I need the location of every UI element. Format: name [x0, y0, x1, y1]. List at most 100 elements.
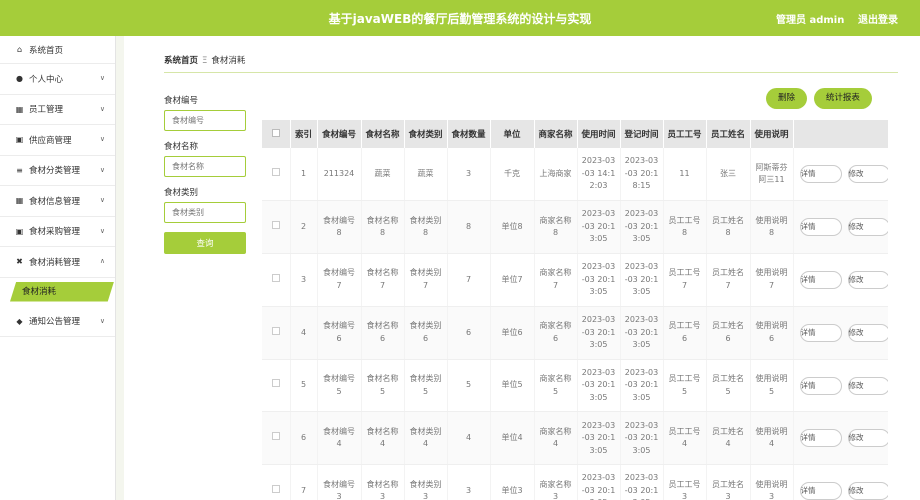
- edit-button[interactable]: 修改: [847, 429, 888, 448]
- cell-code: 食材编号3: [317, 464, 362, 500]
- select-all-checkbox[interactable]: [271, 128, 280, 137]
- sidebar-item-profile[interactable]: ● 个人中心 ∨: [0, 64, 115, 95]
- clipboard-icon: ▣: [15, 135, 24, 145]
- row-checkbox[interactable]: [271, 326, 280, 335]
- cell-qty: 5: [447, 359, 491, 413]
- table-row: 3 食材编号7 食材名称7 食材类别7 7 单位7 商家名称7 2023-03-03 20:1…: [262, 253, 888, 307]
- sidebar-item-food-category[interactable]: ≡ 食材分类管理 ∨: [0, 156, 115, 186]
- detail-button[interactable]: 详情: [799, 165, 842, 184]
- report-button[interactable]: 统计报表: [813, 88, 872, 109]
- detail-button[interactable]: 详情: [799, 482, 842, 500]
- cell-emp-no: 11: [663, 148, 707, 202]
- cell-name: 食材名称4: [361, 411, 405, 466]
- sidebar-item-label: 员工管理: [29, 105, 64, 116]
- action-bar: 删除 统计报表: [766, 88, 876, 109]
- cell-note: 使用说明3: [750, 464, 794, 500]
- sidebar-item-food-consumption[interactable]: ✖ 食材消耗管理 ∧: [0, 247, 115, 278]
- cell-emp-no: 员工工号5: [663, 359, 707, 413]
- row-select-cell: [262, 306, 291, 360]
- user-icon: ●: [16, 74, 23, 84]
- detail-button[interactable]: 详情: [799, 429, 842, 448]
- column-header: 登记时间: [620, 120, 664, 148]
- cell-shop: 商家名称4: [534, 411, 578, 466]
- row-checkbox[interactable]: [271, 484, 280, 493]
- food-type-input[interactable]: [164, 202, 246, 223]
- query-button[interactable]: 查询: [164, 232, 246, 254]
- edit-button[interactable]: 修改: [847, 482, 888, 500]
- sidebar-item-label: 食材消耗管理: [29, 257, 81, 268]
- cell-type: 食材类别6: [404, 306, 448, 360]
- edit-button[interactable]: 修改: [847, 218, 888, 237]
- row-actions: 详情 修改: [793, 306, 888, 360]
- cell-shop: 上海商家: [534, 148, 578, 202]
- detail-button[interactable]: 详情: [799, 270, 842, 289]
- logout-link[interactable]: 退出登录: [858, 11, 898, 26]
- row-checkbox[interactable]: [271, 432, 280, 441]
- cell-name: 食材名称3: [361, 464, 405, 500]
- sidebar-item-employees[interactable]: ▦ 员工管理 ∨: [0, 95, 115, 125]
- sidebar-item-label: 通知公告管理: [29, 317, 81, 328]
- row-checkbox[interactable]: [271, 273, 280, 282]
- edit-button[interactable]: 修改: [847, 376, 888, 395]
- row-checkbox[interactable]: [271, 379, 280, 388]
- row-select-cell: [262, 359, 291, 413]
- row-checkbox[interactable]: [271, 220, 280, 229]
- cell-code: 食材编号7: [317, 253, 362, 307]
- edit-button[interactable]: 修改: [847, 323, 888, 342]
- cell-reg-time: 2023-03-03 20:18:15: [620, 148, 664, 202]
- chevron-down-icon: ∨: [99, 104, 105, 113]
- cell-use-time: 2023-03-03 20:13:05: [577, 253, 621, 307]
- detail-button[interactable]: 详情: [799, 323, 842, 342]
- gamepad-icon: ✖: [16, 257, 23, 267]
- breadcrumb: 系统首页 Ξ 食材消耗: [164, 54, 245, 66]
- detail-button[interactable]: 详情: [799, 218, 842, 237]
- sidebar-item-notices[interactable]: ◆ 通知公告管理 ∨: [0, 307, 115, 337]
- cell-type: 食材类别5: [404, 359, 448, 413]
- cell-type: 食材类别4: [404, 411, 448, 466]
- column-header: 食材编号: [317, 120, 362, 148]
- cell-emp-no: 员工工号7: [663, 253, 707, 307]
- row-checkbox[interactable]: [271, 167, 280, 176]
- cell-reg-time: 2023-03-03 20:13:05: [620, 306, 664, 360]
- chevron-down-icon: ∨: [99, 74, 105, 82]
- row-actions: 详情 修改: [793, 411, 888, 466]
- divider: [164, 72, 898, 73]
- cell-name: 食材名称8: [361, 200, 405, 255]
- sidebar-item-label: 食材分类管理: [29, 166, 81, 177]
- chevron-down-icon: ∨: [99, 135, 105, 143]
- sidebar-item-food-info[interactable]: ▦ 食材信息管理 ∨: [0, 186, 115, 217]
- cell-reg-time: 2023-03-03 20:13:05: [620, 359, 664, 413]
- delete-button[interactable]: 删除: [766, 88, 808, 109]
- chevron-down-icon: ∨: [99, 165, 105, 174]
- submenu: 食材消耗: [0, 278, 115, 307]
- edit-button[interactable]: 修改: [847, 165, 888, 184]
- column-header: 索引: [290, 120, 318, 148]
- sidebar-item-suppliers[interactable]: ▣ 供应商管理 ∨: [0, 125, 115, 156]
- cell-use-time: 2023-03-03 14:12:03: [577, 148, 621, 202]
- food-name-input[interactable]: [164, 156, 246, 177]
- clipboard-check-icon: ▣: [15, 226, 24, 236]
- sidebar-item-food-purchase[interactable]: ▣ 食材采购管理 ∨: [0, 217, 115, 247]
- cell-note: 使用说明6: [750, 306, 794, 360]
- sidebar: ⌂ 系统首页 ● 个人中心 ∨ ▦ 员工管理 ∨ ▣ 供应商管理 ∨ ≡ 食材分…: [0, 36, 116, 500]
- cell-emp-name: 员工姓名6: [706, 306, 751, 360]
- breadcrumb-home[interactable]: 系统首页: [164, 56, 198, 66]
- table-row: 2 食材编号8 食材名称8 食材类别8 8 单位8 商家名称8 2023-03-03 20:1…: [262, 200, 888, 255]
- sidebar-item-home[interactable]: ⌂ 系统首页: [0, 36, 115, 64]
- cell-note: 使用说明5: [750, 359, 794, 413]
- detail-button[interactable]: 详情: [799, 376, 842, 395]
- sidebar-subitem-food-consumption[interactable]: 食材消耗: [10, 281, 114, 302]
- chevron-down-icon: ∨: [99, 226, 105, 235]
- cell-reg-time: 2023-03-03 20:13:05: [620, 464, 664, 500]
- chevron-down-icon: ∨: [99, 316, 105, 325]
- cell-name: 食材名称6: [361, 306, 405, 360]
- cell-reg-time: 2023-03-03 20:13:05: [620, 411, 664, 466]
- cell-note: 使用说明4: [750, 411, 794, 466]
- cell-emp-name: 员工姓名8: [706, 200, 751, 255]
- cell-name: 蔬菜: [361, 148, 405, 202]
- food-code-input[interactable]: [164, 110, 246, 131]
- column-header: 商家名称: [534, 120, 578, 148]
- food-type-label: 食材类别: [164, 188, 199, 198]
- edit-button[interactable]: 修改: [847, 270, 888, 289]
- cell-qty: 6: [447, 306, 491, 360]
